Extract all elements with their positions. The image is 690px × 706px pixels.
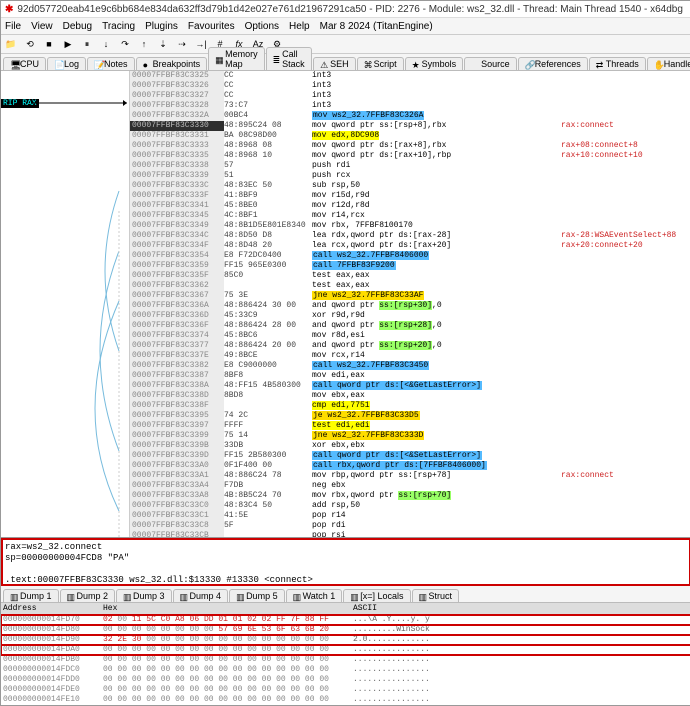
toolbar: 📁 ⟲ ■ ▶ ⏸ ↓ ↷ ↑ ⇣ ⇢ →| # fx Az ⚙ <box>1 35 690 54</box>
dump-tab-watch-1[interactable]: ▥Watch 1 <box>286 589 343 602</box>
dump-tab-dump-1[interactable]: ▥Dump 1 <box>3 589 59 602</box>
step-out-icon[interactable]: ↑ <box>136 36 152 52</box>
menu-tracing[interactable]: Tracing <box>102 21 135 32</box>
tab-script[interactable]: ⌘Script <box>357 57 404 70</box>
info-line-3: .text:00007FFBF83C3330 ws2_32.dll:$13330… <box>5 575 687 586</box>
app-icon: ✱ <box>5 4 13 15</box>
menu-favourites[interactable]: Favourites <box>188 21 235 32</box>
dump-tab-dump-4[interactable]: ▥Dump 4 <box>173 589 229 602</box>
open-icon[interactable]: 📁 <box>3 36 19 52</box>
step-over-icon[interactable]: ↷ <box>117 36 133 52</box>
flow-graph: RIP RAX <box>1 71 130 537</box>
dump-col-ascii: ASCII <box>353 604 377 614</box>
menu-file[interactable]: File <box>5 21 21 32</box>
dump-tab-dump-3[interactable]: ▥Dump 3 <box>116 589 172 602</box>
dump-col-address: Address <box>3 604 103 614</box>
menu-plugins[interactable]: Plugins <box>145 21 178 32</box>
step-into-icon[interactable]: ↓ <box>98 36 114 52</box>
menu-debug[interactable]: Debug <box>63 21 92 32</box>
view-tabs: 🖥CPU📄Log📝Notes●Breakpoints▦Memory Map≣Ca… <box>1 54 690 71</box>
menu-mar-8-2024-(titanengine)[interactable]: Mar 8 2024 (TitanEngine) <box>320 21 433 32</box>
menu-options[interactable]: Options <box>245 21 279 32</box>
tab-references[interactable]: 🔗References <box>518 57 588 70</box>
dump-tab--x---locals[interactable]: ▥[x=] Locals <box>343 589 410 602</box>
menu-view[interactable]: View <box>31 21 53 32</box>
tab-log[interactable]: 📄Log <box>47 57 86 70</box>
dump-tab-dump-5[interactable]: ▥Dump 5 <box>229 589 285 602</box>
dump-view[interactable]: Address Hex ASCII 000000000014FD7002 00 … <box>1 603 690 705</box>
info-panel: rax=ws2_32.connect sp=00000000004FCD8 "P… <box>1 538 690 586</box>
stop-icon[interactable]: ■ <box>41 36 57 52</box>
tab-threads[interactable]: ⇄Threads <box>589 57 646 70</box>
run-to-icon[interactable]: →| <box>193 36 209 52</box>
tab-notes[interactable]: 📝Notes <box>87 57 135 70</box>
dump-col-hex: Hex <box>103 604 353 614</box>
tab-seh[interactable]: ⚠SEH <box>313 57 356 70</box>
tab-breakpoints[interactable]: ●Breakpoints <box>136 57 208 70</box>
trace-into-icon[interactable]: ⇣ <box>155 36 171 52</box>
info-line-2: sp=00000000004FCD8 "PA" <box>5 553 687 564</box>
menu-help[interactable]: Help <box>289 21 310 32</box>
dump-tabs: ▥Dump 1▥Dump 2▥Dump 3▥Dump 4▥Dump 5▥Watc… <box>1 586 690 603</box>
tab-cpu[interactable]: 🖥CPU <box>3 57 46 70</box>
disassembly-view[interactable]: 00007FFBF83C3325CC int300007FFBF83C3326C… <box>130 71 690 537</box>
titlebar: ✱ 92d057720eab41e9c6bb684e834da632ff3d79… <box>1 1 690 18</box>
tab-symbols[interactable]: ★Symbols <box>405 57 464 70</box>
trace-over-icon[interactable]: ⇢ <box>174 36 190 52</box>
pause-icon[interactable]: ⏸ <box>79 36 95 52</box>
window-title: 92d057720eab41e9c6bb684e834da632ff3d79b1… <box>17 4 687 15</box>
tab-call-stack[interactable]: ≣Call Stack <box>266 47 313 70</box>
tab-handles[interactable]: ✋Handles <box>647 57 690 70</box>
run-icon[interactable]: ▶ <box>60 36 76 52</box>
tab-memory-map[interactable]: ▦Memory Map <box>208 47 265 70</box>
info-line-1: rax=ws2_32.connect <box>5 542 687 553</box>
menubar: File View Debug Tracing Plugins Favourites Opt… <box>1 18 690 35</box>
dump-tab-dump-2[interactable]: ▥Dump 2 <box>60 589 116 602</box>
tab-source[interactable]: Source <box>464 57 517 70</box>
dump-tab-struct[interactable]: ▥Struct <box>412 589 460 602</box>
restart-icon[interactable]: ⟲ <box>22 36 38 52</box>
